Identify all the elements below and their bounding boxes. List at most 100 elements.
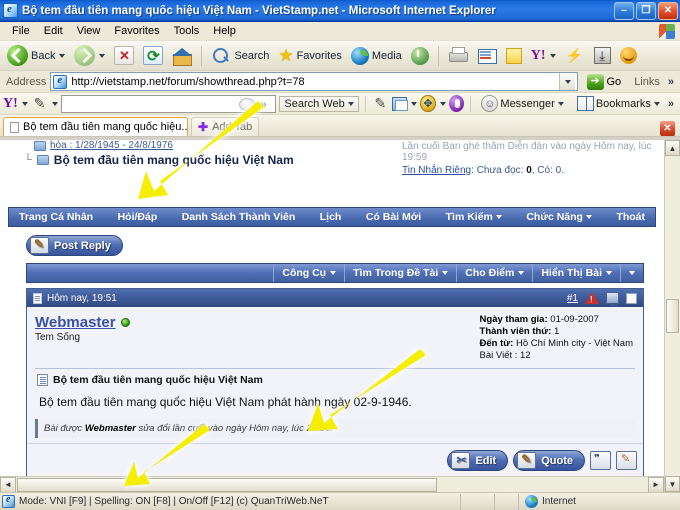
menu-item-file[interactable]: File	[5, 24, 37, 38]
download-icon	[593, 47, 611, 64]
add-tab-button[interactable]: ✚ Add Tab	[191, 117, 260, 136]
hscroll-thumb[interactable]	[17, 477, 437, 492]
close-button[interactable]: ✕	[658, 1, 678, 20]
history-button[interactable]	[407, 45, 433, 67]
bookmarks-dropdown-icon[interactable]	[653, 101, 660, 106]
menu-item-view[interactable]: View	[70, 24, 108, 38]
post-number[interactable]: #1	[567, 293, 578, 304]
select-post-checkbox[interactable]	[626, 292, 637, 304]
search-submit-icon[interactable]: »	[260, 99, 272, 111]
forward-dropdown-icon[interactable]	[99, 53, 106, 58]
menu-item-edit[interactable]: Edit	[37, 24, 70, 38]
bookmarks-button[interactable]: Bookmarks	[572, 94, 665, 113]
hscroll-left-button[interactable]: ◄	[0, 476, 16, 492]
smiley-button[interactable]	[616, 45, 641, 66]
post-subject-row: Bộ tem đầu tiên mang quốc hiệu Việt Nam	[27, 369, 643, 386]
vertical-scrollbar[interactable]: ▲ ▼	[664, 140, 680, 492]
thread-tool-cong-cu[interactable]: Công Cụ	[273, 264, 344, 282]
horizontal-scrollbar[interactable]: ◄ ►	[0, 476, 664, 492]
nav-thoat[interactable]: Thoát	[616, 211, 645, 223]
menu-item-help[interactable]: Help	[206, 24, 243, 38]
vscroll-track-top[interactable]	[665, 156, 680, 298]
favorites-button[interactable]: ★ Favorites	[274, 44, 346, 67]
nav-co-bai-moi[interactable]: Có Bài Mới	[366, 211, 421, 223]
nav-trang-ca-nhan[interactable]: Trang Cá Nhân	[19, 211, 93, 223]
quick-reply-icon[interactable]	[616, 451, 637, 470]
online-status-icon	[120, 318, 130, 327]
refresh-button[interactable]	[139, 44, 167, 67]
yahoo-tabs-dropdown-icon[interactable]	[411, 101, 418, 106]
edit-post-button[interactable]: Edit	[447, 450, 509, 471]
messenger-dropdown-icon[interactable]	[557, 101, 564, 106]
vscroll-up-button[interactable]: ▲	[665, 140, 680, 156]
address-input[interactable]: http://vietstamp.net/forum/showthread.ph…	[50, 72, 578, 91]
address-overflow-icon[interactable]: »	[668, 76, 677, 88]
vscroll-track-bottom[interactable]	[665, 334, 680, 476]
menu-item-favorites[interactable]: Favorites	[107, 24, 166, 38]
back-dropdown-icon[interactable]	[59, 53, 66, 58]
notes-button[interactable]	[502, 46, 526, 66]
nav-hoi-dap[interactable]: Hỏi/Đáp	[118, 211, 158, 223]
yahoo-tabs-icon[interactable]	[392, 96, 409, 111]
search-web-dropdown-icon[interactable]	[347, 101, 354, 106]
print-button[interactable]	[444, 44, 472, 67]
post-user-meta: Ngày tham gia: 01-09-2007 Thành viên thứ…	[480, 314, 635, 362]
search-web-button[interactable]: Search Web	[279, 95, 359, 112]
yahoo-overflow-icon[interactable]: »	[668, 98, 677, 110]
forward-button[interactable]	[70, 43, 109, 68]
edit-page-button[interactable]	[473, 44, 501, 67]
post-reply-button-top[interactable]: Post Reply	[26, 235, 123, 256]
minimize-button[interactable]: –	[614, 1, 634, 20]
yahoo-search-input[interactable]: »	[61, 94, 277, 113]
yahoo-highlight-icon[interactable]	[372, 94, 390, 113]
breadcrumb-current-label: Bộ tem đầu tiên mang quốc hiệu Việt Nam	[53, 153, 294, 167]
post-username[interactable]: Webmaster	[35, 314, 130, 331]
private-messages-link[interactable]: Tin Nhắn Riêng	[402, 165, 471, 176]
home-button[interactable]	[168, 44, 196, 67]
yahoo-logo-dropdown-icon[interactable]	[21, 101, 28, 106]
address-label: Address	[6, 75, 47, 88]
menu-item-tools[interactable]: Tools	[167, 24, 207, 38]
links-label[interactable]: Links	[630, 76, 664, 88]
yahoo-music-icon[interactable]	[448, 95, 464, 112]
vscroll-down-button[interactable]: ▼	[665, 476, 680, 492]
thread-tool-more[interactable]	[620, 264, 643, 282]
thread-tool-hien-thi-bai[interactable]: Hiển Thị Bài	[532, 264, 620, 282]
yahoo-toolbar-button[interactable]: Y!	[527, 46, 560, 66]
internet-zone-icon	[525, 495, 538, 508]
meta-location: Đến từ: Hồ Chí Minh city - Việt Nam	[479, 338, 633, 349]
nav-tim-kiem[interactable]: Tìm Kiếm	[446, 211, 502, 223]
thread-tool-cho-diem[interactable]: Cho Điểm	[456, 264, 532, 282]
yahoo-pencil-dropdown-icon[interactable]	[52, 101, 59, 106]
multiquote-icon[interactable]	[590, 451, 611, 470]
stop-button[interactable]	[110, 44, 138, 67]
messenger-button[interactable]: Messenger	[476, 93, 568, 114]
tab-active-thread[interactable]: Bộ tem đầu tiên mang quốc hiệu...	[3, 117, 188, 136]
tab-close-button[interactable]: ✕	[660, 121, 675, 136]
nav-lich[interactable]: Lịch	[320, 211, 342, 223]
hscroll-right-button[interactable]: ►	[648, 476, 664, 492]
nav-danh-sach-thanh-vien[interactable]: Danh Sách Thành Viên	[182, 211, 296, 223]
media-button[interactable]: Media	[347, 45, 406, 67]
download-button[interactable]	[590, 45, 615, 66]
ip-address-icon[interactable]	[606, 292, 619, 306]
report-post-icon[interactable]	[585, 292, 599, 304]
yahoo-logo-icon[interactable]: Y!	[3, 96, 18, 112]
post-reply-top-label: Post Reply	[54, 239, 111, 252]
yahoo-dropdown-icon[interactable]	[549, 53, 556, 58]
refresh-icon	[143, 46, 164, 65]
search-button[interactable]: Search	[207, 44, 273, 67]
address-dropdown-icon[interactable]	[558, 73, 575, 90]
yahoo-pencil-icon[interactable]	[31, 94, 49, 113]
thread-tool-tim-trong-de-tai[interactable]: Tìm Trong Đề Tài	[344, 264, 456, 282]
quote-post-button[interactable]: Quote	[513, 450, 585, 471]
messenger-icon	[481, 95, 499, 112]
back-button[interactable]: Back	[3, 43, 69, 68]
go-button[interactable]: ➜ Go	[582, 73, 627, 91]
flash-button[interactable]	[561, 44, 589, 67]
yahoo-antispy-icon[interactable]	[420, 95, 436, 112]
yahoo-antispy-dropdown-icon[interactable]	[439, 101, 446, 106]
vscroll-thumb[interactable]	[666, 299, 679, 333]
maximize-button[interactable]: ❐	[636, 1, 656, 20]
nav-chuc-nang[interactable]: Chức Năng	[526, 211, 592, 223]
